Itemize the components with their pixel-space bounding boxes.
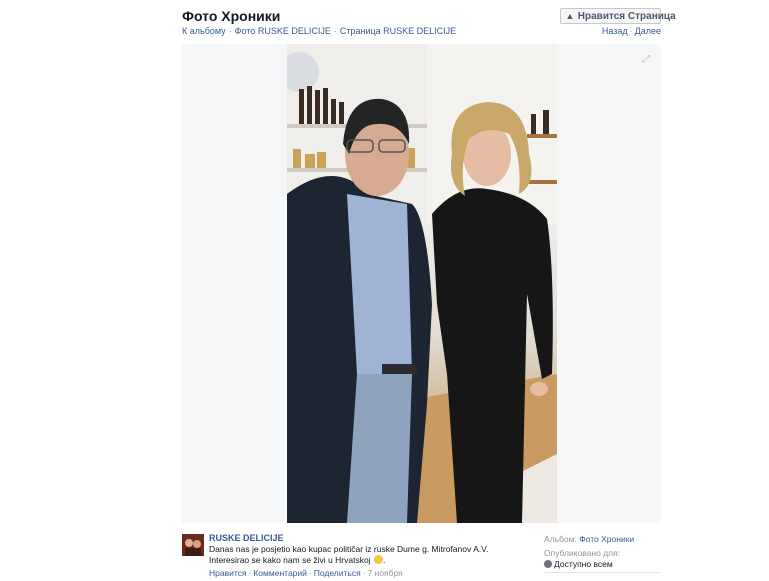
like-link[interactable]: Нравится <box>209 568 247 578</box>
avatar[interactable] <box>182 534 204 556</box>
divider <box>544 572 660 573</box>
photo[interactable] <box>287 44 557 523</box>
share-link[interactable]: Поделиться <box>314 568 361 578</box>
photo-image <box>287 44 557 523</box>
album-link[interactable]: Фото Хроники <box>579 534 634 544</box>
separator: · <box>629 26 633 36</box>
smile-emoji-icon <box>373 555 383 564</box>
photo-pager: Назад · Далее <box>602 26 661 36</box>
separator: · <box>333 26 337 36</box>
like-page-label: Нравится Страница <box>577 11 676 22</box>
separator: · <box>308 568 312 578</box>
album-label: Альбом: <box>544 534 577 544</box>
album-title: Фото Хроники <box>182 8 281 24</box>
thumbs-up-icon: ▲ <box>565 11 575 21</box>
photo-stage[interactable]: ⤢ <box>182 44 661 523</box>
photo-caption: Danas nas je posjetio kao kupac političa… <box>209 544 489 565</box>
separator: · <box>228 26 232 36</box>
privacy-value: Доступно всем <box>554 559 613 569</box>
album-row: Альбом: Фото Хроники <box>544 534 634 545</box>
photo-details: Альбом: Фото Хроники Опубликовано для: Д… <box>544 534 660 573</box>
comment-link[interactable]: Комментарий <box>253 568 307 578</box>
fullscreen-icon[interactable]: ⤢ <box>640 54 652 66</box>
previous-photo-link[interactable]: Назад <box>602 26 628 36</box>
page-link[interactable]: Страница RUSKE DELICIJE <box>340 26 456 36</box>
like-page-button[interactable]: ▲ Нравится Страница <box>560 8 676 24</box>
privacy-row[interactable]: Доступно всем <box>544 559 634 570</box>
next-photo-link[interactable]: Далее <box>635 26 661 36</box>
post-date[interactable]: 7 ноября <box>368 568 403 578</box>
avatar-image <box>182 534 204 556</box>
caption-text: Danas nas je posjetio kao kupac političa… <box>209 544 489 565</box>
post-actions: Нравится · Комментарий · Поделиться · 7 ноября <box>209 568 403 578</box>
published-label: Опубликовано для: <box>544 548 621 558</box>
breadcrumb: К альбому · Фото RUSKE DELICIJE · Страница R… <box>182 26 456 36</box>
page-photos-link[interactable]: Фото RUSKE DELICIJE <box>235 26 331 36</box>
separator: · <box>362 568 366 578</box>
globe-icon <box>544 560 552 568</box>
page-name-link[interactable]: RUSKE DELICIJE <box>209 533 284 543</box>
back-to-album-link[interactable]: К альбому <box>182 26 226 36</box>
